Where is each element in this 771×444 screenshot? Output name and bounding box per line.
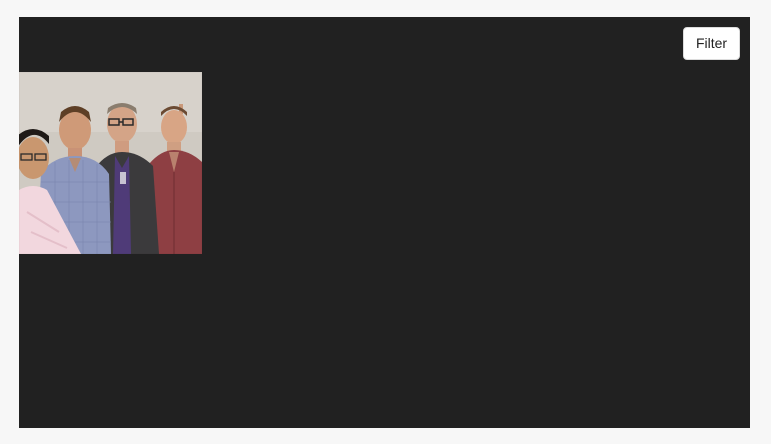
group-photo-thumbnail[interactable] (19, 72, 202, 254)
filter-button[interactable]: Filter (683, 27, 740, 60)
gallery-panel: Filter (19, 17, 750, 428)
